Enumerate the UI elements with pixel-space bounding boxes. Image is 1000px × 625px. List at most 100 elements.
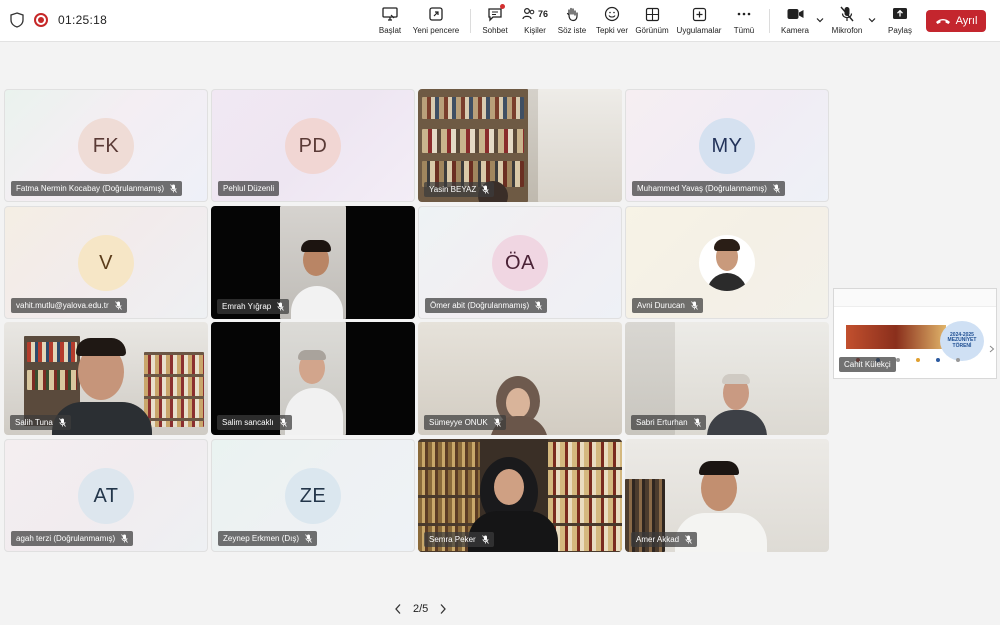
bookshelf-background [144,352,204,427]
chevron-right-icon[interactable] [438,603,448,615]
mic-off-icon [305,534,312,543]
microphone-button[interactable]: Mikrofon [829,5,865,37]
participant-tile[interactable]: Avni Durucan [625,206,829,319]
participant-tile[interactable]: ZE Zeynep Erkmen (Dış) [211,439,415,552]
leave-label: Ayrıl [955,15,978,27]
participant-name-tag: Yasin BEYAZ [424,182,495,197]
participant-video-tile[interactable]: Emrah Yığrap [211,206,415,319]
gallery-pager: 2/5 [393,603,448,615]
avatar: AT [78,468,134,524]
participant-name: agah terzi (Doğrulanmamış) [16,534,116,543]
people-icon [522,7,535,20]
people-label: Kişiler [524,26,546,35]
participant-name: vahit.mutlu@yalova.edu.tr [16,301,109,310]
participant-video-tile[interactable]: Salih Tuna [4,322,208,435]
participant-name-tag: Sümeyye ONUK [424,415,506,430]
participant-name-tag: Zeynep Erkmen (Dış) [218,531,318,546]
person-jacket [707,410,767,435]
new-window-button[interactable]: Yeni pencere [411,5,461,37]
participant-name: Fatma Nermin Kocabay (Doğrulanmamış) [16,184,165,193]
leave-button[interactable]: Ayrıl [926,10,986,32]
screen-share-tile[interactable]: 2024-2025 MEZUNİYET TÖRENİ Cahit Külekçi [833,288,997,379]
more-button[interactable]: Tümü [731,5,757,37]
bookshelf-background [548,439,622,552]
mic-off-icon [114,301,122,310]
participant-name: Avni Durucan [637,301,685,310]
shield-icon [10,12,24,28]
participant-video-tile[interactable]: Salim sancaklı [211,322,415,435]
grid-view-icon [645,7,659,21]
mic-off-icon [691,301,698,310]
participant-video-tile[interactable]: Sümeyye ONUK [418,322,622,435]
mic-off-icon [685,535,692,544]
participant-name-tag: Cahit Külekçi [839,357,896,372]
apps-button[interactable]: Uygulamalar [675,5,723,37]
participant-name: Muhammed Yavaş (Doğrulanmamış) [637,184,767,193]
hang-up-phone-icon [935,19,950,24]
mic-options-chevron-icon[interactable] [867,15,877,25]
view-label: Görünüm [635,26,669,35]
participant-name-tag: Fatma Nermin Kocabay (Doğrulanmamış) [11,181,183,196]
raise-hand-label: Söz iste [557,26,587,35]
person-hair [714,239,740,251]
share-button[interactable]: Paylaş [886,5,914,37]
participant-video-tile[interactable]: Semra Peker [418,439,622,552]
participant-video-tile[interactable]: Sabri Erturhan [625,322,829,435]
chevron-left-icon[interactable] [393,603,403,615]
react-button[interactable]: Tepki ver [594,5,630,37]
participant-video-tile[interactable]: Yasin BEYAZ [418,89,622,202]
avatar: MY [699,118,755,174]
participant-tile[interactable]: AT agah terzi (Doğrulanmamış) [4,439,208,552]
graduation-badge: 2024-2025 MEZUNİYET TÖRENİ [940,321,984,361]
participant-tile[interactable]: V vahit.mutlu@yalova.edu.tr [4,206,208,319]
person-hair [699,461,739,475]
view-button[interactable]: Görünüm [634,5,670,37]
camera-options-chevron-icon[interactable] [815,15,825,25]
mic-off-icon [693,418,701,427]
monitor-icon [382,7,398,21]
participant-name-tag: Muhammed Yavaş (Doğrulanmamış) [632,181,785,196]
participant-name-tag: vahit.mutlu@yalova.edu.tr [11,298,127,313]
mic-off-icon [535,301,542,310]
participant-name-tag: Salim sancaklı [217,415,292,430]
participant-name-tag: Emrah Yığrap [217,299,290,314]
participant-name: Ömer abit (Doğrulanmamış) [430,301,530,310]
participant-name-tag: agah terzi (Doğrulanmamış) [11,531,134,546]
shared-page-banner [846,325,946,349]
books-row [27,370,77,390]
participant-video-tile[interactable]: Amer Akkad [625,439,829,552]
person-hair [722,374,750,384]
participant-name-tag: Semra Peker [424,532,494,547]
participant-tile[interactable]: MY Muhammed Yavaş (Doğrulanmamış) [625,89,829,202]
raise-hand-button[interactable]: Söz iste [557,5,587,37]
people-button[interactable]: 76 Kişiler [520,5,550,37]
mic-off-icon [482,185,490,194]
new-window-label: Yeni pencere [412,26,460,35]
participant-name: Sümeyye ONUK [429,418,488,427]
participant-name: Sabri Erturhan [636,418,688,427]
participant-name: Yasin BEYAZ [429,185,477,194]
participant-name: Amer Akkad [636,535,680,544]
participant-tile[interactable]: FK Fatma Nermin Kocabay (Doğrulanmamış) [4,89,208,202]
mic-off-icon [481,535,489,544]
chat-button[interactable]: Sohbet [481,4,509,37]
mic-off-icon [279,418,287,427]
camera-icon [787,9,803,19]
participant-name-tag: Avni Durucan [632,298,703,313]
meeting-toolbar: 01:25:18 Başlat Yeni pencere Sohbet 76 K… [0,0,1000,42]
person-face [506,388,530,418]
hand-icon [566,7,578,22]
camera-button[interactable]: Kamera [779,5,811,37]
mic-off-icon [493,418,501,427]
participant-name: Pehlul Düzenli [223,184,275,193]
toolbar-divider [470,9,471,33]
apps-label: Uygulamalar [676,26,722,35]
chevron-right-icon[interactable] [989,345,995,353]
page-indicator: 2/5 [413,603,429,615]
participants-count: 76 [537,9,548,19]
participant-tile[interactable]: ÖA Ömer abit (Doğrulanmamış) [418,206,622,319]
start-button[interactable]: Başlat [376,5,404,37]
more-dots-icon [737,12,751,16]
avatar: ZE [285,468,341,524]
participant-tile[interactable]: PD Pehlul Düzenli [211,89,415,202]
